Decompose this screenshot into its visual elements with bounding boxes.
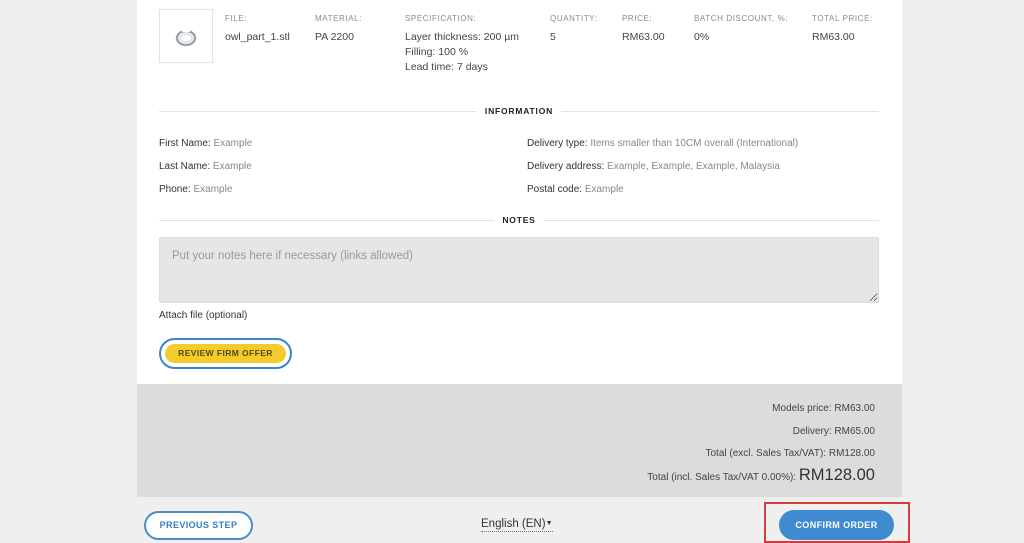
specification-column: SPECIFICATION: Layer thickness: 200 µm F… [405,14,519,75]
phone-row: Phone: Example [159,184,232,195]
information-title: INFORMATION [476,106,562,116]
specification-value: Layer thickness: 200 µm Filling: 100 % L… [405,30,519,75]
previous-step-button[interactable]: PREVIOUS STEP [144,511,253,540]
postal-code-row: Postal code: Example [527,184,624,195]
phone-label: Phone: [159,184,191,195]
order-totals-panel: Models price: RM63.00 Delivery: RM65.00 … [137,384,902,497]
first-name-row: First Name: Example [159,138,252,149]
file-value: owl_part_1.stl [225,31,290,43]
total-price-label: TOTAL PRICE: [812,14,873,23]
price-column: PRICE: RM63.00 [622,14,665,45]
spec-layer-thickness: Layer thickness: 200 µm [405,31,520,43]
postal-code-value: Example [584,184,624,195]
material-value: PA 2200 [315,31,354,43]
delivery-address-label: Delivery address: [527,161,605,172]
first-name-value: Example [213,138,253,149]
last-name-row: Last Name: Example [159,161,252,172]
attach-file-link[interactable]: Attach file (optional) [159,310,247,321]
discount-value: 0% [694,31,710,43]
price-value: RM63.00 [622,31,665,43]
quantity-column: QUANTITY: 5 [550,14,598,45]
delivery-type-row: Delivery type: Items smaller than 10CM o… [527,138,798,149]
quantity-value: 5 [550,31,556,43]
postal-code-label: Postal code: [527,184,583,195]
notes-title: NOTES [494,215,544,225]
total-price-column: TOTAL PRICE: RM63.00 [812,14,873,45]
models-price: Models price: RM63.00 [772,403,875,414]
discount-label: BATCH DISCOUNT, %: [694,14,789,23]
last-name-label: Last Name: [159,161,211,172]
delivery-type-label: Delivery type: [527,138,588,149]
model-thumbnail [159,9,213,63]
total-incl-tax-label: Total (incl. Sales Tax/VAT 0.00%): [647,472,797,483]
ring-model-icon [175,29,197,47]
delivery-address-row: Delivery address: Example, Example, Exam… [527,161,780,172]
caret-down-icon: ▼ [545,520,553,527]
first-name-label: First Name: [159,138,211,149]
total-excl-tax: Total (excl. Sales Tax/VAT): RM128.00 [705,448,875,459]
delivery-price: Delivery: RM65.00 [792,426,875,437]
language-selector[interactable]: English (EN)▼ [481,517,553,532]
file-column: FILE: owl_part_1.stl [225,14,290,45]
spec-filling: Filling: 100 % [405,46,469,58]
confirm-order-button[interactable]: CONFIRM ORDER [779,510,894,540]
spec-lead-time: Lead time: 7 days [405,61,488,73]
grand-total-value: RM128.00 [798,466,875,484]
material-label: MATERIAL: [315,14,363,23]
language-label[interactable]: English (EN) [481,518,546,530]
notes-heading: NOTES [159,215,879,227]
review-firm-offer-label[interactable]: REVIEW FIRM OFFER [165,344,286,363]
order-summary-card: FILE: owl_part_1.stl MATERIAL: PA 2200 S… [137,0,902,384]
total-price-value: RM63.00 [812,31,855,43]
material-column: MATERIAL: PA 2200 [315,14,362,45]
specification-label: SPECIFICATION: [405,14,477,23]
information-heading: INFORMATION [159,106,879,118]
phone-value: Example [193,184,233,195]
notes-textarea[interactable] [159,237,879,303]
price-label: PRICE: [622,14,653,23]
delivery-type-value: Items smaller than 10CM overall (Interna… [590,138,799,149]
discount-column: BATCH DISCOUNT, %: 0% [694,14,788,45]
review-firm-offer-button[interactable]: REVIEW FIRM OFFER [159,338,292,369]
last-name-value: Example [212,161,252,172]
delivery-address-value: Example, Example, Example, Malaysia [607,161,780,172]
file-label: FILE: [225,14,248,23]
quantity-label: QUANTITY: [550,14,598,23]
total-incl-tax: Total (incl. Sales Tax/VAT 0.00%): RM128… [647,466,875,485]
